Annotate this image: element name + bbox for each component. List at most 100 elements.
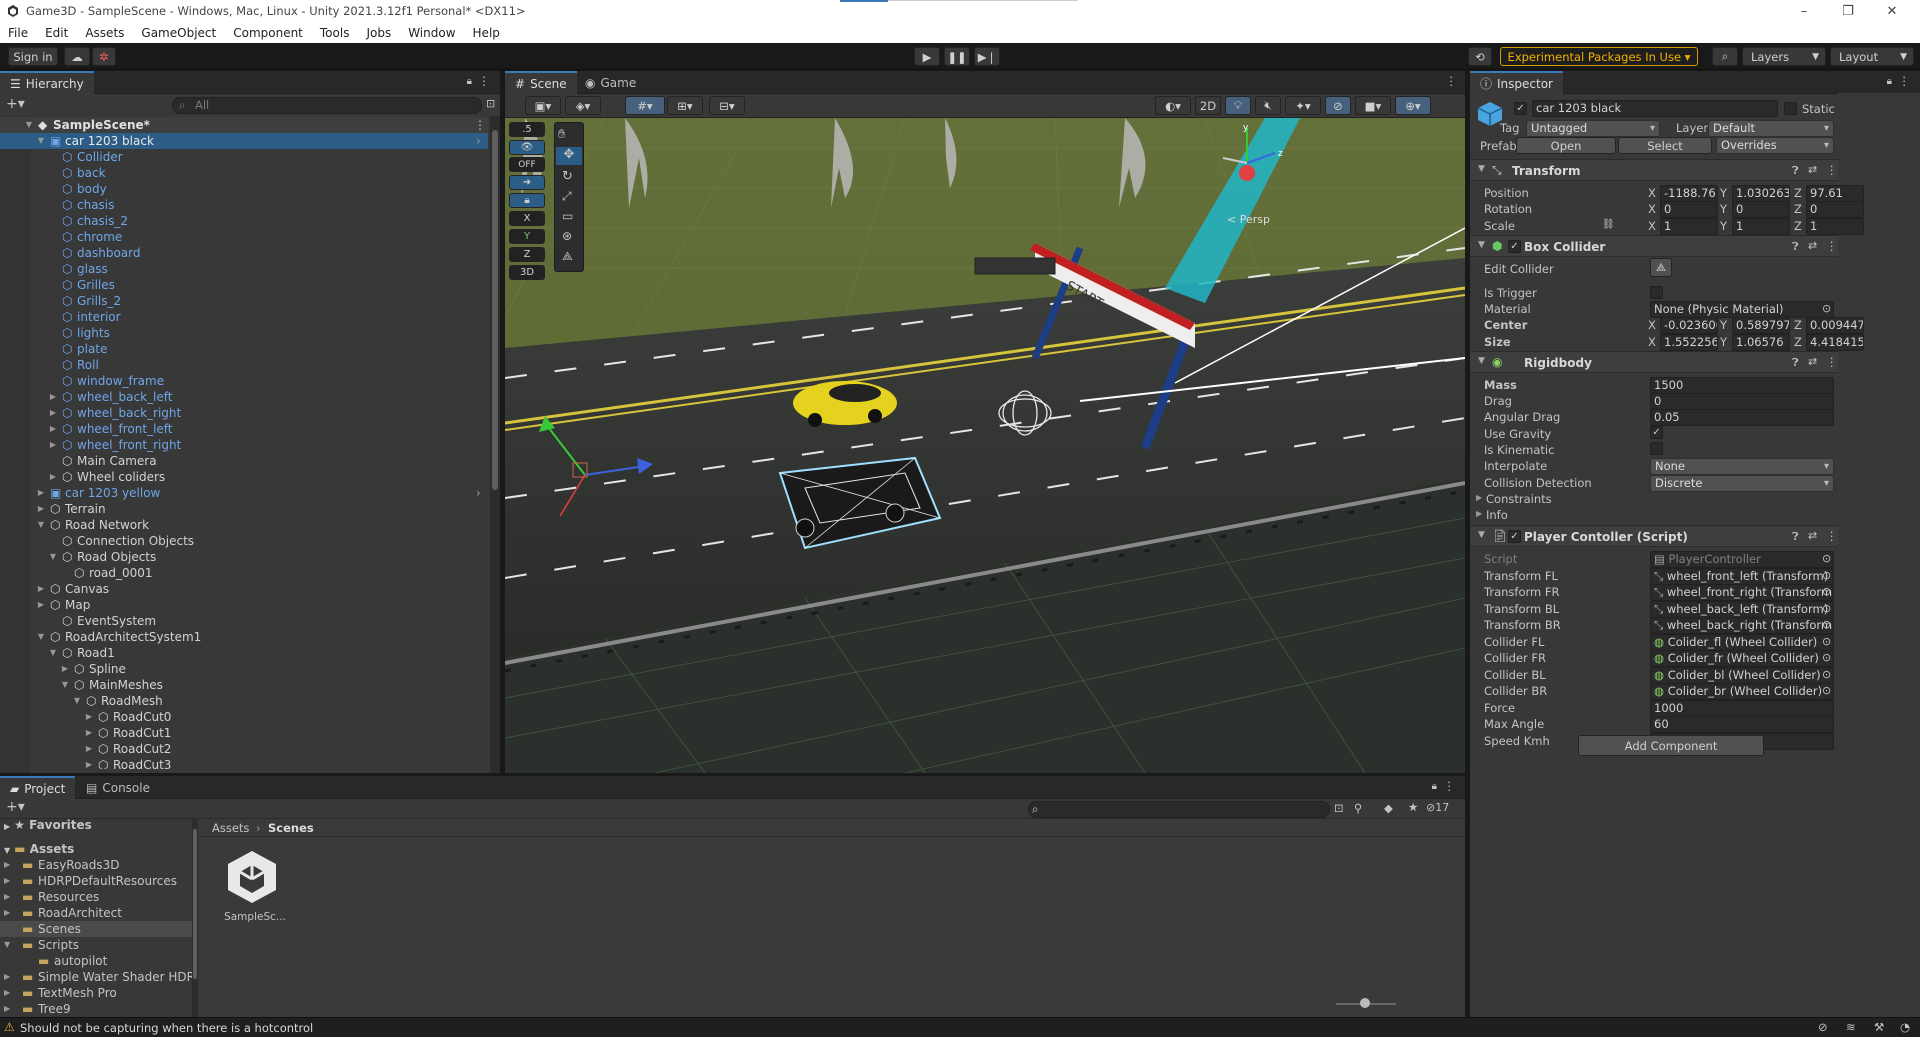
material-field[interactable]: None (Physic Material) [1650,301,1834,318]
foldout-open-icon[interactable]: ▼ [36,517,46,533]
hierarchy-row[interactable]: ⬡ lights [0,325,488,341]
foldout-closed-icon[interactable]: ▶ [48,437,58,453]
object-picker-icon[interactable]: ⊙ [1822,552,1831,565]
minimize-button[interactable]: – [1782,0,1826,22]
help-icon[interactable]: ❓︎ [1792,164,1799,178]
hierarchy-row[interactable]: ⬡ Grilles [0,277,488,293]
player-field-value[interactable]: ◍ Colider_br (Wheel Collider) [1650,683,1834,700]
foldout-closed-icon[interactable]: ▶ [48,405,58,421]
history-icon[interactable]: ⟲ [1468,47,1492,66]
experimental-packages-button[interactable]: Experimental Packages In Use ▾ [1500,47,1698,66]
object-name-field[interactable]: car 1203 black [1532,100,1778,117]
player-field-value[interactable]: ◍ Colider_bl (Wheel Collider) [1650,666,1834,684]
hierarchy-row[interactable]: ▶ ⬡ RoadCut3 [0,757,488,769]
foldout-open-icon[interactable]: ▼ [36,133,46,149]
foldout-closed-icon[interactable]: ▶ [84,757,94,769]
menu-edit[interactable]: Edit [45,26,68,40]
menu-component[interactable]: Component [233,26,303,40]
preset-icon[interactable]: ⇄ [1808,239,1817,252]
effects-button[interactable]: ✦▾ [1285,96,1321,115]
tab-inspector[interactable]: ⓘ Inspector [1470,71,1563,94]
chevron-right-icon[interactable]: › [476,485,481,501]
hierarchy-row[interactable]: ▼ ⬡ RoadMesh [0,693,488,709]
foldout-closed-icon[interactable]: ▶ [36,485,46,501]
search-by-type-icon[interactable]: ⊡ [1334,801,1344,815]
lock-icon[interactable]: 🔒︎ [1432,781,1437,792]
angular-drag-field[interactable]: 0.05 [1650,409,1834,426]
custom-tool-icon[interactable]: ⟁ [562,249,573,264]
menu-gameobject[interactable]: GameObject [141,26,216,40]
help-icon[interactable]: ❓︎ [1792,356,1799,370]
more-icon[interactable]: ⋮ [1826,355,1838,369]
object-picker-icon[interactable]: ⊙ [1822,618,1831,631]
foldout-open-icon[interactable]: ▼ [60,677,70,693]
grid-snap-value[interactable]: .5 [509,122,545,137]
snap-off-toggle[interactable]: OFF [509,157,545,172]
transform-header[interactable]: ▼ ⤡ Transform ❓︎ ⇄ ⋮ [1470,159,1838,181]
axis-z-toggle[interactable]: Z [509,247,545,262]
hierarchy-row[interactable]: ▶ ⬡ Wheel coliders [0,469,488,485]
view-grid-toggle[interactable]: 👁︎ [509,140,545,155]
hierarchy-row[interactable]: ▶ ⬡ wheel_back_right [0,405,488,421]
hierarchy-row[interactable]: ⬡ EventSystem [0,613,488,629]
hierarchy-row[interactable]: ⬡ chasis_2 [0,213,488,229]
more-icon[interactable]: ⋮ [1446,74,1458,88]
snap-move-icon[interactable]: ➜ [509,175,545,190]
menu-jobs[interactable]: Jobs [366,26,391,40]
add-icon[interactable]: +▾ [6,799,25,815]
scrollbar-thumb[interactable] [193,829,197,979]
cache-icon[interactable]: ≋ [1846,1020,1856,1034]
size-y-field[interactable]: 1.06576 [1732,334,1790,351]
info-foldout[interactable]: Info [1486,508,1508,522]
foldout-closed-icon[interactable]: ▶ [4,873,10,889]
tab-console[interactable]: ▤ Console [76,776,160,799]
hierarchy-row[interactable]: ▼ ⬡ Road Objects [0,549,488,565]
perspective-label[interactable]: < Persp [1227,213,1270,226]
hierarchy-row[interactable]: ▶ ⬡ wheel_front_right [0,437,488,453]
is-trigger-checkbox[interactable] [1650,286,1663,299]
filter-icon[interactable]: ⊡ [486,97,495,110]
hierarchy-row[interactable]: ▶ ⬡ RoadCut0 [0,709,488,725]
close-button[interactable]: ✕ [1870,0,1914,22]
tab-game[interactable]: ◉ Game [575,71,646,94]
draw-mode-button[interactable]: ▣▾ [525,96,561,115]
hierarchy-row[interactable]: ⬡ interior [0,309,488,325]
lock-icon[interactable]: 🔒︎ [1887,76,1892,87]
tab-hierarchy[interactable]: ☰ Hierarchy [0,71,94,94]
hierarchy-scrollbar[interactable] [490,116,500,773]
folder-item[interactable]: ▶ ▬ TextMesh Pro [0,985,192,1001]
preset-icon[interactable]: ⇄ [1808,355,1817,368]
hierarchy-search-input[interactable]: ⌕ All [172,97,482,114]
tag-dropdown[interactable]: Untagged [1526,120,1660,137]
grid-snap-button[interactable]: #▾ [625,96,665,115]
tab-scene[interactable]: # Scene [505,71,577,94]
more-icon[interactable]: ⋮ [1826,529,1838,543]
hierarchy-row[interactable]: ▼ ⬡ RoadArchitectSystem1 [0,629,488,645]
layout-dropdown[interactable]: Layout ▼ [1830,47,1914,66]
cloud-icon[interactable]: ☁ [64,47,90,66]
hierarchy-row[interactable]: ⬡ chasis [0,197,488,213]
scale-z-field[interactable]: 1 [1806,218,1864,235]
breadcrumb-assets[interactable]: Assets [212,821,249,835]
foldout-open-icon[interactable]: ▼ [24,117,34,133]
hierarchy-row[interactable]: ▶ ⬡ wheel_front_left [0,421,488,437]
object-picker-icon[interactable]: ⊙ [1822,585,1831,598]
assets-item[interactable]: ▼ ▬ Assets [4,841,74,857]
position-z-field[interactable]: 97.61 [1806,185,1864,202]
snap-button[interactable]: ⊞▾ [667,96,703,115]
object-picker-icon[interactable]: ⊙ [1822,302,1831,315]
pause-button[interactable]: ❚❚ [944,47,970,66]
transform-tool-icon[interactable]: ⊛ [562,229,572,243]
static-checkbox[interactable] [1784,102,1797,115]
hierarchy-row[interactable]: ▼ ⬡ Road1 [0,645,488,661]
foldout-open-icon[interactable]: ▼ [4,937,10,953]
foldout-closed-icon[interactable]: ▶ [4,985,10,1001]
position-x-field[interactable]: -1188.76 [1660,185,1718,202]
player-field-value[interactable]: ⤡ wheel_front_left (Transform) [1650,567,1834,585]
foldout-closed-icon[interactable]: ▶ [36,501,46,517]
foldout-closed-icon[interactable]: ▶ [4,1001,10,1017]
axis-x-toggle[interactable]: X [509,211,545,226]
hierarchy-row[interactable]: ⬡ chrome [0,229,488,245]
folder-scrollbar[interactable] [192,819,198,1017]
axis-y-toggle[interactable]: Y [509,229,545,244]
